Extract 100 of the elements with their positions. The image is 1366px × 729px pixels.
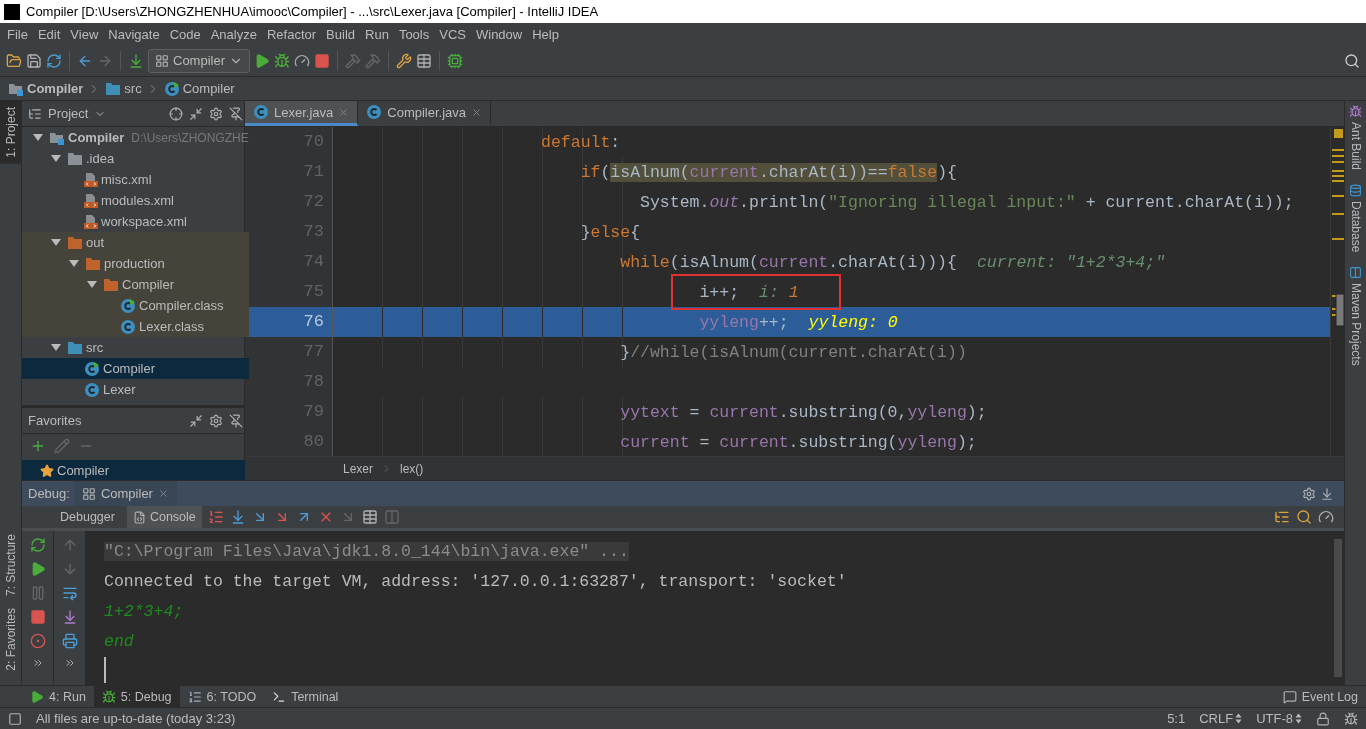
settings-icon[interactable] — [208, 413, 223, 428]
menu-item[interactable]: Code — [164, 26, 206, 42]
debugger-tab[interactable]: Debugger — [54, 506, 121, 528]
tool-window-tab[interactable]: 6: TODO — [179, 686, 265, 707]
settings-wrench-icon[interactable] — [396, 52, 412, 69]
menu-item[interactable]: Window — [470, 26, 528, 42]
expand-arrow-icon[interactable] — [69, 260, 79, 267]
inline-debug-value: current: "1+2*3+4;" — [976, 252, 1166, 272]
menu-item[interactable]: Navigate — [103, 26, 165, 42]
tool-window-tab[interactable]: 5: Debug — [93, 686, 180, 707]
expand-arrow-icon[interactable] — [51, 155, 61, 162]
tool-window-tab[interactable]: 7: Structure — [0, 528, 22, 603]
menu-item[interactable]: File — [2, 26, 33, 42]
editor-tab[interactable]: Compiler.java — [358, 101, 492, 126]
tree-item[interactable]: Compiler D:\Users\ZHONGZHE — [22, 127, 249, 148]
breadcrumb-item[interactable]: Compiler — [163, 80, 235, 97]
lock-icon[interactable] — [1316, 711, 1330, 726]
tree-item[interactable]: Lexer.class — [22, 316, 249, 337]
debugger-tab[interactable]: Console — [126, 506, 202, 528]
save-icon[interactable] — [26, 52, 42, 69]
code-token: current — [719, 432, 789, 452]
soft-wrap-icon[interactable] — [61, 585, 78, 601]
bug-icon — [101, 689, 116, 704]
breadcrumb-item[interactable]: lex() — [400, 461, 424, 476]
editor-tab[interactable]: Lexer.java — [245, 101, 359, 126]
code-token: = — [698, 432, 711, 452]
xml-file-icon — [84, 192, 98, 209]
menu-item[interactable]: Run — [360, 26, 394, 42]
event-log-tab[interactable]: Event Log — [1274, 686, 1366, 707]
encoding-selector[interactable]: UTF-8 — [1256, 711, 1302, 726]
open-folder-icon[interactable] — [6, 52, 22, 69]
expand-arrow-icon[interactable] — [51, 239, 61, 246]
more-icon[interactable] — [63, 657, 76, 669]
tree-item[interactable]: out — [22, 232, 249, 253]
breadcrumb-item[interactable]: src — [105, 81, 142, 96]
settings-icon[interactable] — [1302, 486, 1316, 501]
tree-item[interactable]: Compiler.class — [22, 295, 249, 316]
tool-window-tab[interactable]: Maven Projects — [1348, 266, 1363, 367]
console-line: end — [104, 632, 134, 651]
run-configuration-dropdown[interactable]: Compiler — [148, 48, 250, 73]
print-icon[interactable] — [61, 633, 78, 649]
close-icon[interactable] — [157, 488, 169, 499]
code-token: = — [688, 402, 701, 422]
breadcrumb-item[interactable]: Lexer — [343, 461, 374, 476]
menu-item[interactable]: Analyze — [205, 26, 262, 42]
menu-item[interactable]: View — [65, 26, 104, 42]
close-icon[interactable] — [338, 106, 350, 118]
more-icon[interactable] — [31, 657, 44, 669]
folder-icon — [67, 235, 83, 250]
menu-item[interactable]: Edit — [32, 26, 66, 42]
stop-icon[interactable] — [314, 52, 330, 69]
line-separator-selector[interactable]: CRLF — [1199, 711, 1243, 726]
breadcrumb-item[interactable]: Compiler — [8, 80, 84, 97]
code-token: } — [580, 222, 591, 242]
inline-debug-value: 0 — [887, 312, 898, 332]
run-icon[interactable] — [254, 52, 270, 69]
debug-icon[interactable] — [274, 52, 290, 69]
menu-item[interactable]: Build — [321, 26, 360, 42]
hide-panel-icon[interactable] — [228, 413, 243, 428]
search-icon[interactable] — [1344, 52, 1360, 69]
tool-window-tab[interactable]: Database — [1348, 184, 1363, 253]
hide-panel-icon[interactable] — [228, 106, 243, 121]
menu-item[interactable]: Tools — [393, 26, 435, 42]
collapse-all-icon[interactable] — [188, 106, 203, 121]
code-token: ++; — [758, 312, 789, 332]
panel-title[interactable]: Favorites — [28, 413, 82, 428]
menu-item[interactable]: Refactor — [261, 26, 322, 42]
hide-panel-icon[interactable] — [1320, 486, 1334, 501]
locate-icon[interactable] — [168, 106, 183, 121]
tool-window-tab[interactable]: 1: Project — [0, 101, 22, 164]
app-logo — [4, 3, 20, 20]
expand-arrow-icon[interactable] — [33, 134, 43, 141]
expand-arrow-icon[interactable] — [87, 281, 97, 288]
tree-item[interactable]: Compiler — [22, 358, 249, 379]
menu-item[interactable]: VCS — [434, 26, 471, 42]
caret-position[interactable]: 5:1 — [1167, 711, 1186, 726]
tool-window-tab[interactable]: Terminal — [264, 686, 347, 707]
tool-window-tab[interactable]: 2: Favorites — [0, 602, 22, 677]
find-icon[interactable] — [1296, 509, 1312, 525]
menu-item[interactable]: Help — [527, 26, 564, 42]
tool-window-tab[interactable]: Ant Build — [1348, 105, 1363, 171]
sync-icon[interactable] — [46, 52, 62, 69]
tree-item[interactable]: Compiler — [22, 274, 249, 295]
breakpoints-icon[interactable] — [29, 633, 46, 649]
scrollbar-thumb[interactable] — [1334, 539, 1342, 677]
inline-debug-value: 1 — [788, 282, 799, 302]
console-line: 1+2*3+4; — [104, 602, 184, 621]
expand-arrow-icon[interactable] — [51, 344, 61, 351]
code-token: //while(isAlnum(current.charAt(i)) — [630, 342, 967, 362]
close-icon[interactable] — [471, 106, 483, 118]
rerun-icon[interactable] — [29, 537, 46, 553]
tool-window-tab[interactable]: 4: Run — [22, 686, 94, 707]
panel-title[interactable]: Project — [48, 106, 89, 121]
tree-item[interactable]: production — [22, 253, 249, 274]
debug-session-tab[interactable]: Compiler — [73, 481, 177, 506]
code-token: isAlnum( — [610, 162, 690, 182]
settings-icon[interactable] — [208, 106, 223, 121]
stop-icon[interactable] — [29, 609, 46, 625]
collapse-all-icon[interactable] — [188, 413, 203, 428]
add-icon[interactable] — [30, 438, 46, 454]
